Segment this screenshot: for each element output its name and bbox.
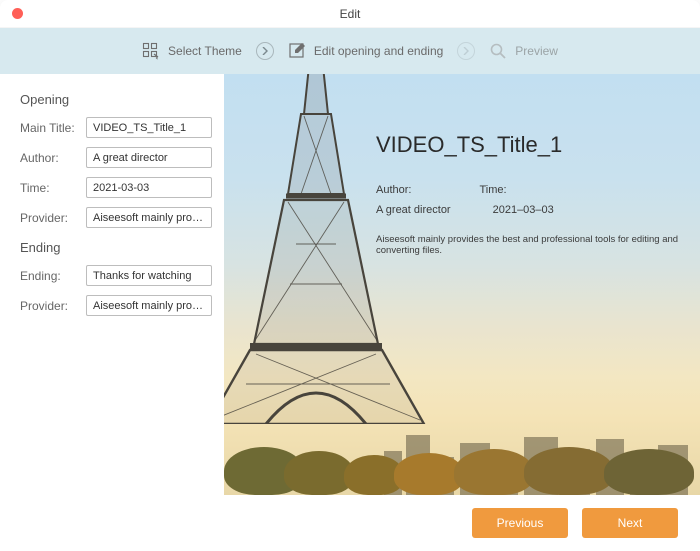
close-window-button[interactable] — [12, 8, 23, 19]
theme-grid-icon — [142, 42, 160, 60]
main-title-label: Main Title: — [20, 121, 80, 135]
row-time: Time: — [20, 177, 212, 198]
ending-input[interactable] — [86, 265, 212, 286]
time-input[interactable] — [86, 177, 212, 198]
previous-button[interactable]: Previous — [472, 508, 568, 538]
footer: Previous Next — [0, 495, 700, 551]
author-input[interactable] — [86, 147, 212, 168]
row-author: Author: — [20, 147, 212, 168]
edit-window: Edit Select Theme Edit opening and endin… — [0, 0, 700, 551]
ending-label: Ending: — [20, 269, 80, 283]
preview-title: VIDEO_TS_Title_1 — [376, 132, 680, 158]
row-ending-provider: Provider: — [20, 295, 212, 316]
provider-input[interactable] — [86, 207, 212, 228]
form-pane: Opening Main Title: Author: Time: Provid… — [0, 74, 224, 495]
chevron-right-icon — [256, 42, 274, 60]
provider-label: Provider: — [20, 211, 80, 225]
body: Opening Main Title: Author: Time: Provid… — [0, 74, 700, 495]
preview-overlay: VIDEO_TS_Title_1 Author: Time: A great d… — [376, 132, 680, 256]
step-edit-opening-label: Edit opening and ending — [314, 44, 443, 58]
row-main-title: Main Title: — [20, 117, 212, 138]
preview-description: Aiseesoft mainly provides the best and p… — [376, 234, 680, 256]
step-select-theme[interactable]: Select Theme — [142, 42, 242, 60]
window-controls — [12, 8, 23, 19]
preview-author-value: A great director — [376, 204, 451, 216]
preview-time-value: 2021–03–03 — [493, 204, 554, 216]
ending-provider-input[interactable] — [86, 295, 212, 316]
edit-pencil-icon — [288, 42, 306, 60]
magnifier-icon — [489, 42, 507, 60]
ending-provider-label: Provider: — [20, 299, 80, 313]
titlebar: Edit — [0, 0, 700, 28]
preview-author-label: Author: — [376, 184, 411, 196]
preview-time-label: Time: — [479, 184, 506, 196]
author-label: Author: — [20, 151, 80, 165]
row-provider: Provider: — [20, 207, 212, 228]
step-edit-opening-ending[interactable]: Edit opening and ending — [288, 42, 443, 60]
time-label: Time: — [20, 181, 80, 195]
tree-line — [224, 450, 700, 495]
step-preview[interactable]: Preview — [489, 42, 558, 60]
window-title: Edit — [0, 7, 700, 21]
ending-header: Ending — [20, 240, 212, 255]
preview-pane: VIDEO_TS_Title_1 Author: Time: A great d… — [224, 74, 700, 495]
step-preview-label: Preview — [515, 44, 558, 58]
step-select-theme-label: Select Theme — [168, 44, 242, 58]
main-title-input[interactable] — [86, 117, 212, 138]
chevron-right-icon — [457, 42, 475, 60]
opening-header: Opening — [20, 92, 212, 107]
wizard-steps: Select Theme Edit opening and ending Pre… — [0, 28, 700, 74]
next-button[interactable]: Next — [582, 508, 678, 538]
row-ending: Ending: — [20, 265, 212, 286]
